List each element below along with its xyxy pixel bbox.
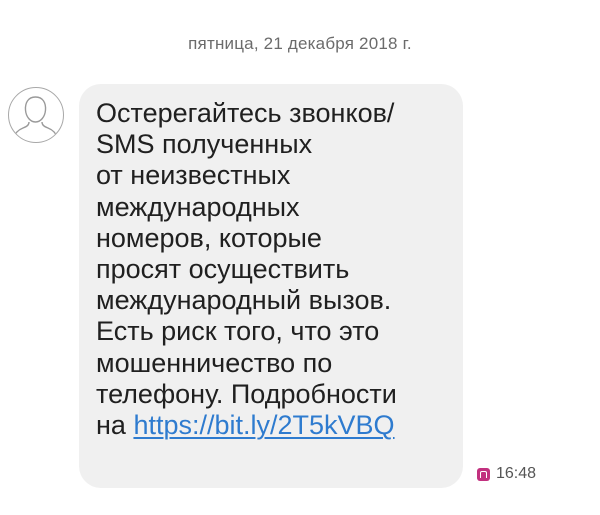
message-body: Остерегайтесь звонков/ SMS полученных от… bbox=[96, 98, 397, 441]
message-timestamp: 16:48 bbox=[496, 465, 537, 482]
message-text: Остерегайтесь звонков/ SMS полученных от… bbox=[96, 98, 447, 441]
message-bubble[interactable]: Остерегайтесь звонков/ SMS полученных от… bbox=[79, 84, 463, 488]
person-silhouette-icon bbox=[12, 96, 59, 139]
sim-card-icon bbox=[477, 467, 490, 481]
sender-avatar[interactable] bbox=[8, 87, 64, 143]
message-link[interactable]: https://bit.ly/2T5kVBQ bbox=[133, 410, 394, 440]
message-meta: 16:48 bbox=[477, 465, 536, 483]
date-header: пятница, 21 декабря 2018 г. bbox=[188, 34, 412, 53]
